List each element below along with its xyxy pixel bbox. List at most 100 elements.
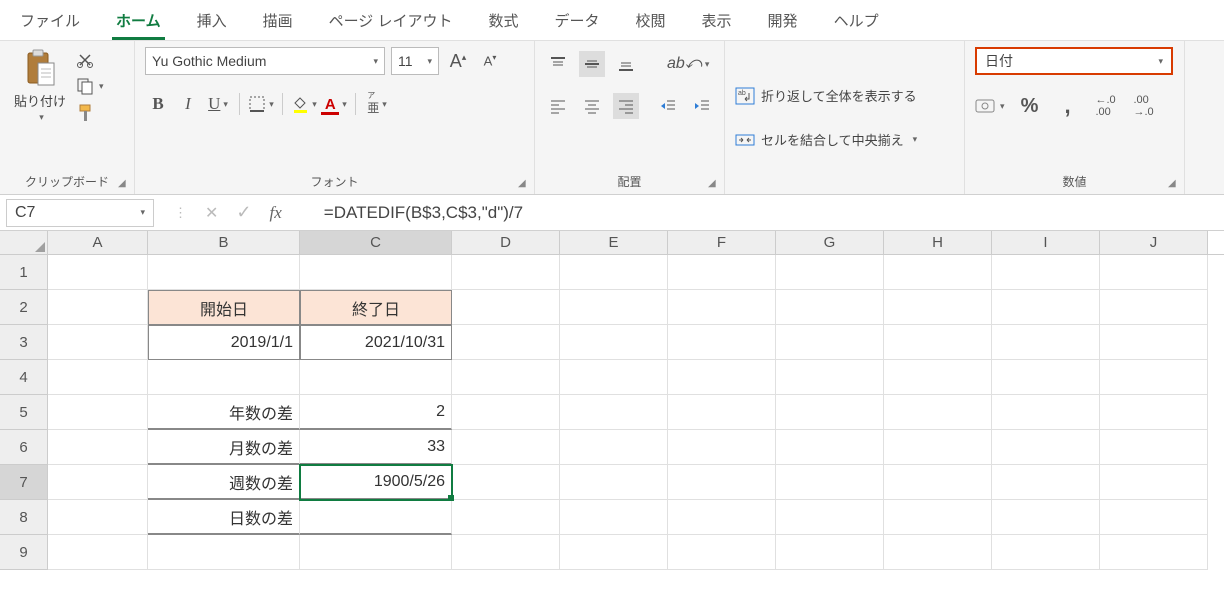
wrap-text-button[interactable]: ab 折り返して全体を表示する [735, 81, 954, 111]
font-size-combo[interactable]: 11 ▾ [391, 47, 439, 75]
row-header-7[interactable]: 7 [0, 465, 48, 500]
paste-button[interactable]: 貼り付け ▾ [10, 47, 70, 125]
cell-E2[interactable] [560, 290, 668, 325]
dialog-launcher-icon[interactable]: ◢ [118, 178, 130, 190]
cell-C1[interactable] [300, 255, 452, 290]
name-box[interactable]: C7 ▾ [6, 199, 154, 227]
cell-J4[interactable] [1100, 360, 1208, 395]
select-all-corner[interactable] [0, 231, 48, 254]
cell-H4[interactable] [884, 360, 992, 395]
row-header-4[interactable]: 4 [0, 360, 48, 395]
increase-indent-button[interactable] [689, 93, 715, 119]
cell-C4[interactable] [300, 360, 452, 395]
cell-F2[interactable] [668, 290, 776, 325]
tab-developer[interactable]: 開発 [764, 6, 802, 40]
align-middle-button[interactable] [579, 51, 605, 77]
font-color-button[interactable]: A ▾ [321, 91, 347, 117]
cell-J7[interactable] [1100, 465, 1208, 500]
cell-F5[interactable] [668, 395, 776, 430]
cell-A5[interactable] [48, 395, 148, 430]
cell-F1[interactable] [668, 255, 776, 290]
cell-B5[interactable]: 年数の差 [148, 395, 300, 430]
formula-menu-icon[interactable]: ⋮ [174, 205, 187, 221]
orientation-button[interactable]: ab⤺▾ [667, 51, 709, 77]
cell-I7[interactable] [992, 465, 1100, 500]
cell-C3[interactable]: 2021/10/31 [300, 325, 452, 360]
cell-I4[interactable] [992, 360, 1100, 395]
cell-D2[interactable] [452, 290, 560, 325]
cell-A1[interactable] [48, 255, 148, 290]
col-header-C[interactable]: C [300, 231, 452, 254]
cell-H8[interactable] [884, 500, 992, 535]
row-header-3[interactable]: 3 [0, 325, 48, 360]
tab-file[interactable]: ファイル [16, 6, 84, 40]
cell-G8[interactable] [776, 500, 884, 535]
cell-E7[interactable] [560, 465, 668, 500]
cell-G7[interactable] [776, 465, 884, 500]
percent-button[interactable]: % [1017, 93, 1043, 119]
cell-A8[interactable] [48, 500, 148, 535]
cell-D8[interactable] [452, 500, 560, 535]
increase-decimal-button[interactable]: ←.0.00 [1093, 93, 1119, 119]
cell-D9[interactable] [452, 535, 560, 570]
cell-F9[interactable] [668, 535, 776, 570]
cell-J3[interactable] [1100, 325, 1208, 360]
dialog-launcher-icon[interactable]: ◢ [518, 178, 530, 190]
cell-H6[interactable] [884, 430, 992, 465]
row-header-8[interactable]: 8 [0, 500, 48, 535]
cell-D4[interactable] [452, 360, 560, 395]
cell-G1[interactable] [776, 255, 884, 290]
col-header-E[interactable]: E [560, 231, 668, 254]
cell-I5[interactable] [992, 395, 1100, 430]
cell-J5[interactable] [1100, 395, 1208, 430]
dialog-launcher-icon[interactable]: ◢ [708, 178, 720, 190]
cell-A9[interactable] [48, 535, 148, 570]
underline-button[interactable]: U▾ [205, 91, 231, 117]
borders-button[interactable]: ▾ [248, 91, 274, 117]
tab-data[interactable]: データ [551, 6, 604, 40]
cancel-formula-button[interactable]: ✕ [205, 203, 218, 223]
cell-I8[interactable] [992, 500, 1100, 535]
comma-button[interactable]: , [1055, 93, 1081, 119]
row-header-6[interactable]: 6 [0, 430, 48, 465]
align-top-button[interactable] [545, 51, 571, 77]
accounting-format-button[interactable]: ▾ [975, 93, 1005, 119]
tab-formulas[interactable]: 数式 [484, 6, 522, 40]
tab-pagelayout[interactable]: ページ レイアウト [325, 6, 457, 40]
cell-D1[interactable] [452, 255, 560, 290]
cell-I1[interactable] [992, 255, 1100, 290]
cell-F7[interactable] [668, 465, 776, 500]
cell-C9[interactable] [300, 535, 452, 570]
cell-A3[interactable] [48, 325, 148, 360]
cell-E5[interactable] [560, 395, 668, 430]
col-header-B[interactable]: B [148, 231, 300, 254]
cell-J9[interactable] [1100, 535, 1208, 570]
cell-B6[interactable]: 月数の差 [148, 430, 300, 465]
tab-review[interactable]: 校閲 [632, 6, 670, 40]
tab-home[interactable]: ホーム [112, 6, 165, 40]
cell-J1[interactable] [1100, 255, 1208, 290]
cell-B7[interactable]: 週数の差 [148, 465, 300, 500]
italic-button[interactable]: I [175, 91, 201, 117]
fx-icon[interactable]: fx [270, 203, 282, 223]
cell-E1[interactable] [560, 255, 668, 290]
cell-G5[interactable] [776, 395, 884, 430]
cell-J2[interactable] [1100, 290, 1208, 325]
cell-H3[interactable] [884, 325, 992, 360]
number-format-combo[interactable]: 日付 ▾ [975, 47, 1173, 75]
fill-color-button[interactable]: ▾ [291, 91, 317, 117]
cell-G6[interactable] [776, 430, 884, 465]
cell-G4[interactable] [776, 360, 884, 395]
cell-E6[interactable] [560, 430, 668, 465]
col-header-F[interactable]: F [668, 231, 776, 254]
cell-J6[interactable] [1100, 430, 1208, 465]
cell-B3[interactable]: 2019/1/1 [148, 325, 300, 360]
formula-input[interactable]: =DATEDIF(B$3,C$3,"d")/7 [320, 203, 1224, 223]
cell-D3[interactable] [452, 325, 560, 360]
col-header-I[interactable]: I [992, 231, 1100, 254]
tab-help[interactable]: ヘルプ [830, 6, 883, 40]
cut-button[interactable] [76, 51, 104, 69]
col-header-G[interactable]: G [776, 231, 884, 254]
cell-I2[interactable] [992, 290, 1100, 325]
bold-button[interactable]: B [145, 91, 171, 117]
